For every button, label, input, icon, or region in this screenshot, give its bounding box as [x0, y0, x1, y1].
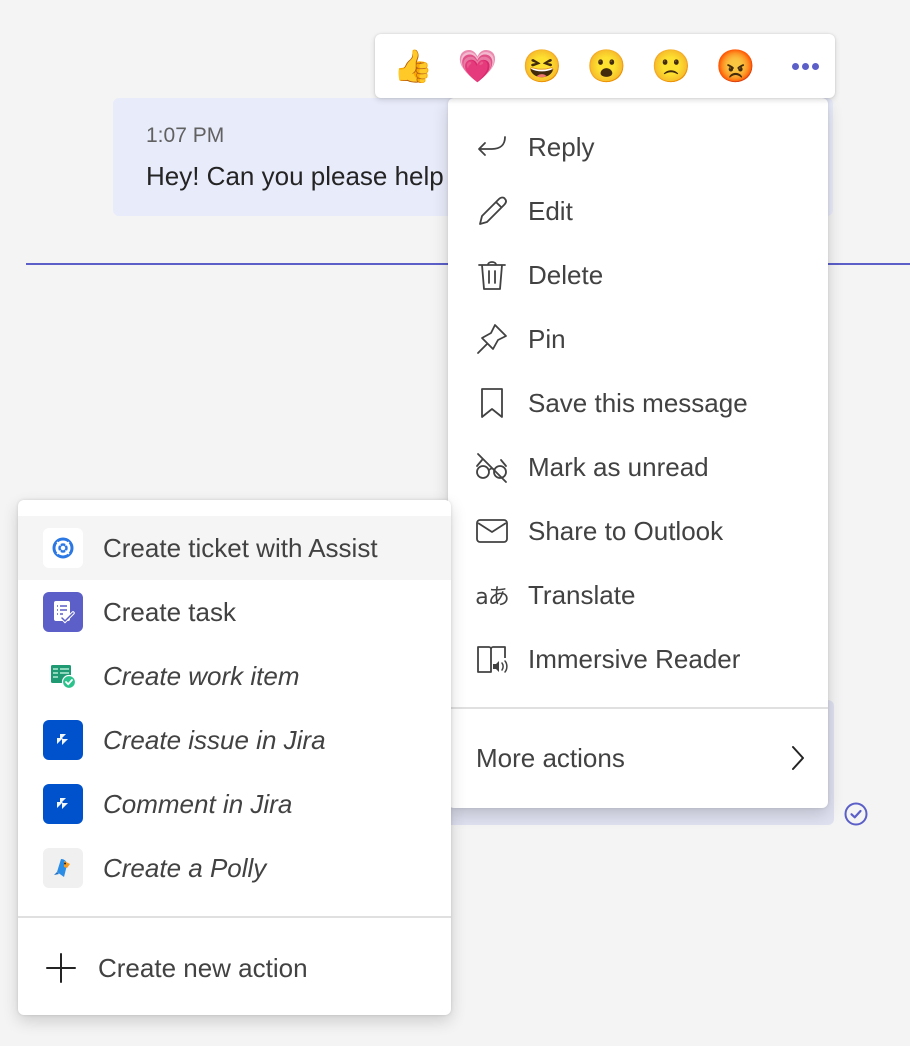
more-options-icon: [792, 62, 799, 70]
sad-icon: 🙁: [651, 48, 691, 84]
menu-item-more-actions[interactable]: More actions: [448, 709, 828, 807]
menu-item-save[interactable]: Save this message: [448, 371, 828, 435]
reaction-angry[interactable]: 😡: [716, 41, 781, 91]
reaction-like[interactable]: 👍: [393, 41, 458, 91]
surprised-icon: 😮: [586, 48, 627, 84]
create-new-action-button[interactable]: Create new action: [18, 936, 451, 1000]
angry-icon: 😡: [715, 48, 756, 84]
laugh-icon: 😆: [522, 48, 562, 84]
action-create-ticket-assist[interactable]: Create ticket with Assist: [18, 516, 451, 580]
reaction-bar: 👍 💗 😆 😮 🙁 😡: [375, 34, 835, 98]
read-receipt-icon: [844, 802, 868, 826]
thumbs-up-icon: 👍: [393, 48, 433, 84]
immersive-reader-icon: [474, 641, 510, 677]
jira-app-icon: [43, 784, 83, 824]
polly-app-icon: [43, 848, 83, 888]
translate-icon: aあ: [475, 585, 509, 610]
bookmark-icon: [474, 385, 510, 421]
message-context-menu: Reply Edit Delete Pin Save this message: [448, 98, 828, 808]
heart-icon: 💗: [457, 48, 498, 84]
delete-icon: [474, 257, 510, 293]
menu-item-translate[interactable]: aあ Translate: [448, 563, 828, 627]
menu-separator: [18, 916, 451, 918]
action-create-issue-jira[interactable]: Create issue in Jira: [18, 708, 451, 772]
edit-icon: [474, 193, 510, 229]
action-create-task[interactable]: Create task: [18, 580, 451, 644]
menu-item-share-outlook[interactable]: Share to Outlook: [448, 499, 828, 563]
action-create-work-item[interactable]: Create work item: [18, 644, 451, 708]
chevron-right-icon: [792, 746, 804, 770]
reaction-surprised[interactable]: 😮: [587, 41, 652, 91]
plus-icon: [46, 953, 76, 983]
action-comment-jira[interactable]: Comment in Jira: [18, 772, 451, 836]
menu-item-edit[interactable]: Edit: [448, 179, 828, 243]
reply-icon: [474, 129, 510, 165]
action-create-polly[interactable]: Create a Polly: [18, 836, 451, 900]
azure-boards-app-icon: [43, 656, 83, 696]
reaction-heart[interactable]: 💗: [458, 41, 523, 91]
mail-icon: [474, 513, 510, 549]
more-actions-menu: Create ticket with Assist Create task Cr…: [18, 500, 451, 1015]
more-options-button[interactable]: [792, 62, 819, 70]
menu-item-immersive-reader[interactable]: Immersive Reader: [448, 627, 828, 691]
menu-item-pin[interactable]: Pin: [448, 307, 828, 371]
tasks-app-icon: [43, 592, 83, 632]
pin-icon: [474, 321, 510, 357]
menu-item-delete[interactable]: Delete: [448, 243, 828, 307]
menu-item-mark-unread[interactable]: Mark as unread: [448, 435, 828, 499]
jira-app-icon: [43, 720, 83, 760]
menu-item-reply[interactable]: Reply: [448, 115, 828, 179]
reaction-laugh[interactable]: 😆: [522, 41, 587, 91]
mark-unread-icon: [474, 449, 510, 485]
reaction-sad[interactable]: 🙁: [651, 41, 716, 91]
assist-app-icon: [43, 528, 83, 568]
message-timestamp: 1:07 PM: [146, 124, 225, 147]
